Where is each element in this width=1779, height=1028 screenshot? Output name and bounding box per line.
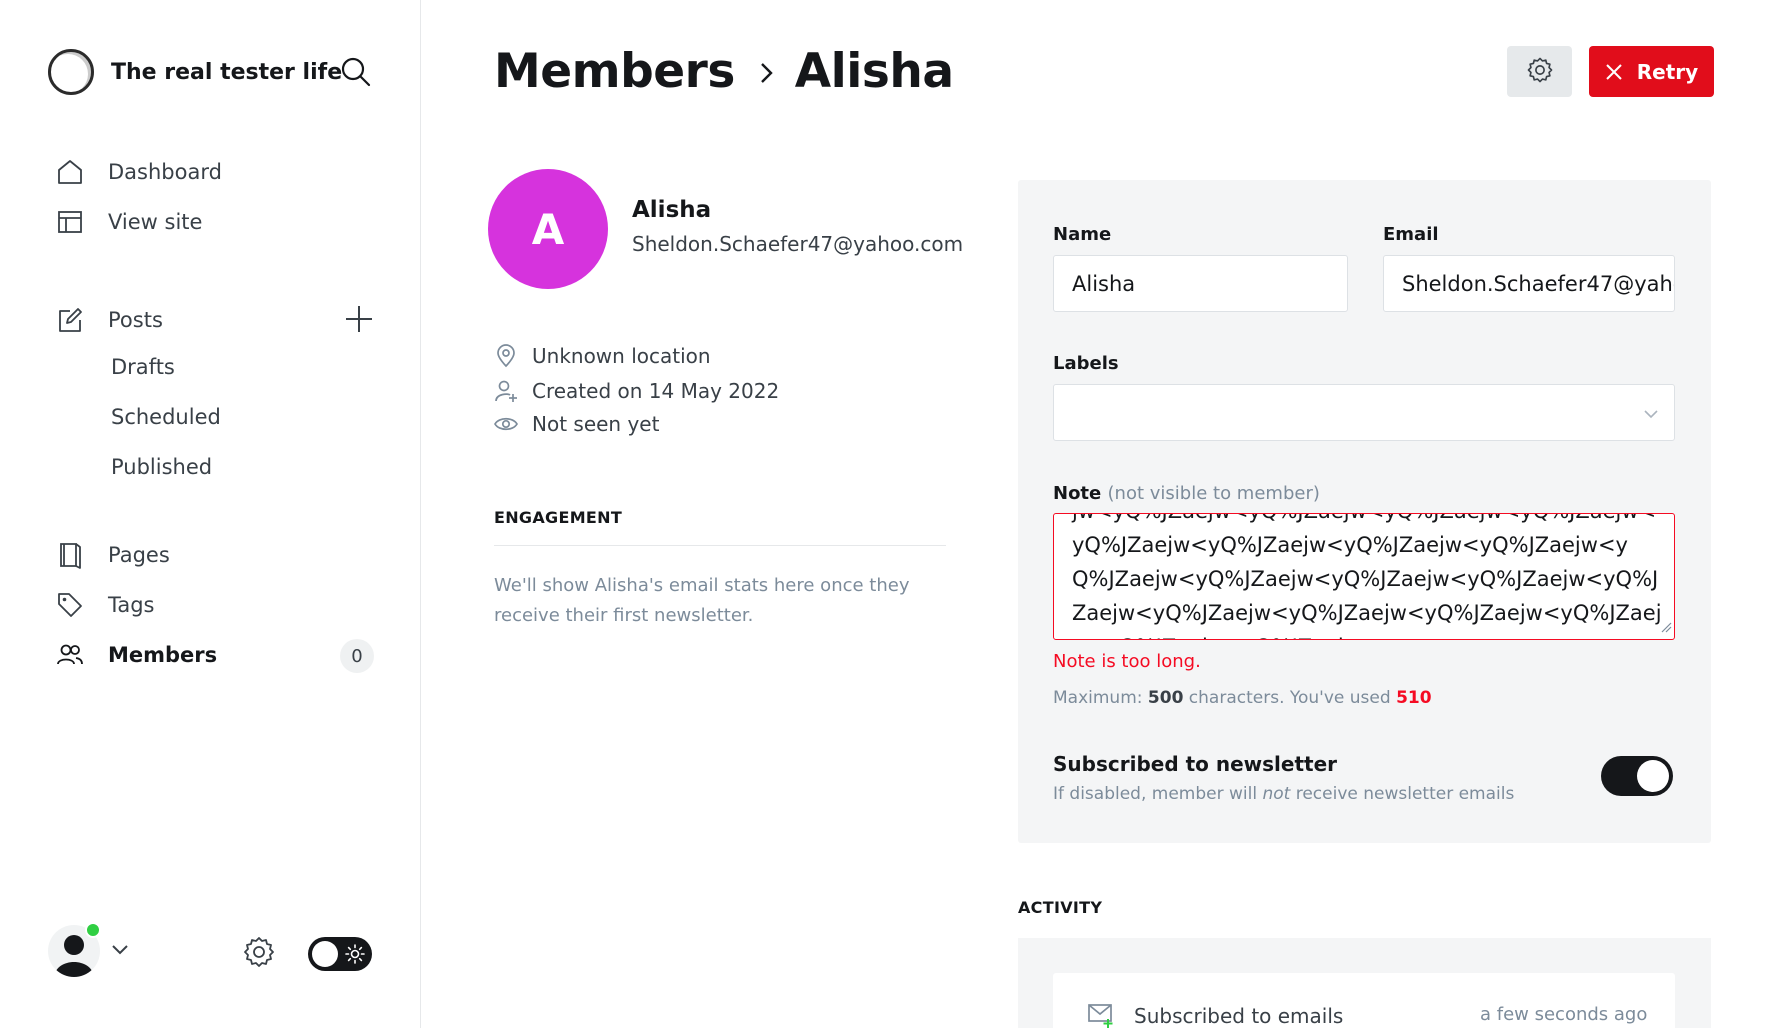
- divider: [494, 545, 946, 546]
- member-location: Unknown location: [494, 344, 711, 368]
- sidebar-item-scheduled[interactable]: Scheduled: [111, 405, 221, 429]
- theme-toggle[interactable]: [308, 937, 372, 971]
- close-icon: [1605, 63, 1623, 81]
- members-icon: [55, 640, 85, 670]
- retry-button[interactable]: Retry: [1589, 46, 1714, 97]
- activity-heading: ACTIVITY: [1018, 898, 1103, 917]
- note-hint: (not visible to member): [1107, 483, 1320, 504]
- member-email: Sheldon.Schaefer47@yahoo.com: [632, 232, 964, 256]
- eye-icon: [494, 415, 518, 433]
- member-avatar: A: [488, 169, 608, 289]
- activity-timestamp: a few seconds ago: [1480, 1004, 1648, 1025]
- note-textarea[interactable]: jw<yQ%JZaejw<yQ%JZaejw<yQ%JZaejw<yQ%JZae…: [1053, 513, 1675, 640]
- member-name: Alisha: [632, 197, 712, 223]
- page-title: Alisha: [794, 44, 954, 99]
- search-icon[interactable]: [340, 56, 372, 88]
- engagement-heading: ENGAGEMENT: [494, 508, 623, 527]
- sidebar-item-label: Dashboard: [108, 160, 222, 184]
- email-subscribe-icon: [1088, 1003, 1116, 1028]
- chevron-down-icon: [1642, 405, 1660, 427]
- chevron-right-icon: [757, 58, 777, 86]
- tag-icon: [55, 590, 85, 620]
- breadcrumb-members-link[interactable]: Members: [494, 44, 735, 99]
- home-icon: [55, 157, 85, 187]
- email-label: Email: [1383, 224, 1439, 245]
- labels-label: Labels: [1053, 353, 1119, 374]
- edit-icon: [55, 305, 85, 335]
- sidebar-item-drafts[interactable]: Drafts: [111, 355, 175, 379]
- sidebar-item-label: Members: [108, 643, 218, 667]
- site-logo-icon: [48, 49, 94, 95]
- sidebar-item-pages[interactable]: Pages: [55, 540, 170, 570]
- name-label: Name: [1053, 224, 1112, 245]
- toggle-knob: [1637, 760, 1669, 792]
- toggle-knob: [312, 941, 338, 967]
- sun-icon: [345, 944, 365, 968]
- sidebar-item-label: View site: [108, 210, 203, 234]
- site-brand[interactable]: The real tester life: [48, 49, 342, 95]
- gear-icon: [1526, 56, 1554, 88]
- newsletter-title: Subscribed to newsletter: [1053, 752, 1338, 776]
- note-text: jw<yQ%JZaejw<yQ%JZaejw<yQ%JZaejw<yQ%JZae…: [1072, 514, 1662, 639]
- note-error: Note is too long.: [1053, 651, 1201, 672]
- sidebar-item-dashboard[interactable]: Dashboard: [55, 157, 222, 187]
- sidebar-item-published[interactable]: Published: [111, 455, 212, 479]
- member-last-seen: Not seen yet: [494, 412, 659, 436]
- retry-label: Retry: [1636, 59, 1699, 84]
- activity-text: Subscribed to emails: [1134, 1004, 1344, 1028]
- sidebar-item-view-site[interactable]: View site: [55, 207, 202, 237]
- user-menu[interactable]: [48, 922, 130, 977]
- newsletter-toggle[interactable]: [1601, 756, 1673, 796]
- breadcrumb: Members Alisha: [494, 44, 954, 99]
- note-label: Note (not visible to member): [1053, 483, 1320, 504]
- note-char-count: Maximum: 500 characters. You've used 510: [1053, 688, 1432, 708]
- sidebar-item-label: Pages: [108, 543, 170, 567]
- member-created: Created on 14 May 2022: [494, 379, 779, 403]
- sidebar-item-label: Tags: [108, 593, 155, 617]
- sidebar-item-posts[interactable]: Posts: [55, 305, 163, 335]
- member-settings-button[interactable]: [1507, 46, 1572, 97]
- sidebar-item-members[interactable]: Members: [55, 640, 217, 670]
- page-icon: [55, 540, 85, 570]
- labels-select[interactable]: [1053, 384, 1675, 441]
- email-field[interactable]: Sheldon.Schaefer47@yahoo.com: [1383, 255, 1675, 312]
- chevron-down-icon: [110, 939, 130, 963]
- members-count-badge: 0: [340, 639, 374, 673]
- sidebar: The real tester life Dashboard View site…: [0, 0, 421, 1028]
- sidebar-item-tags[interactable]: Tags: [55, 590, 155, 620]
- site-name: The real tester life: [111, 59, 343, 85]
- location-pin-icon: [494, 344, 518, 368]
- name-field[interactable]: Alisha: [1053, 255, 1348, 312]
- gear-icon[interactable]: [242, 935, 276, 969]
- engagement-text: We'll show Alisha's email stats here onc…: [494, 575, 910, 626]
- resize-handle-icon[interactable]: [1660, 618, 1672, 637]
- newsletter-description: If disabled, member will not receive new…: [1053, 784, 1515, 804]
- sidebar-item-label: Posts: [108, 308, 163, 332]
- online-status-dot: [85, 922, 101, 938]
- user-add-icon: [494, 379, 518, 403]
- add-post-icon[interactable]: [344, 304, 374, 334]
- layout-icon: [55, 207, 85, 237]
